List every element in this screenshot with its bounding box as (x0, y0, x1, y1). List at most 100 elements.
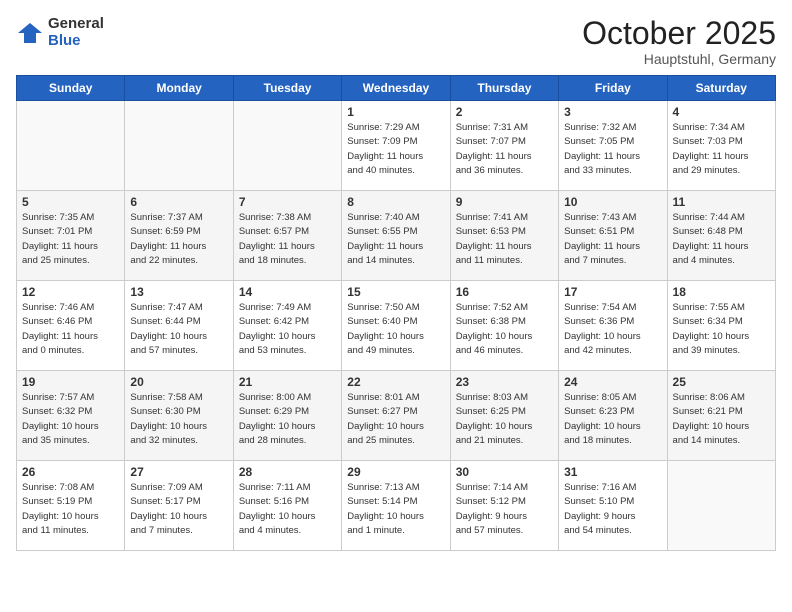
day-cell-2: 2 Sunrise: 7:31 AM Sunset: 7:07 PM Daylig… (450, 101, 558, 191)
day-number: 6 (130, 195, 227, 209)
day-cell-14: 14 Sunrise: 7:49 AM Sunset: 6:42 PM Dayli… (233, 281, 341, 371)
day-info: Sunrise: 7:34 AM Sunset: 7:03 PM Dayligh… (673, 121, 770, 178)
day-info: Sunrise: 7:58 AM Sunset: 6:30 PM Dayligh… (130, 391, 227, 448)
day-cell-31: 31Sunrise: 7:16 AM Sunset: 5:10 PM Dayli… (559, 461, 667, 551)
day-info: Sunrise: 7:38 AM Sunset: 6:57 PM Dayligh… (239, 211, 336, 268)
day-number: 3 (564, 105, 661, 119)
day-info: Sunrise: 7:46 AM Sunset: 6:46 PM Dayligh… (22, 301, 119, 358)
weekday-header-wednesday: Wednesday (342, 76, 450, 101)
day-info: Sunrise: 7:13 AM Sunset: 5:14 PM Dayligh… (347, 481, 444, 538)
weekday-header-thursday: Thursday (450, 76, 558, 101)
day-number: 11 (673, 195, 770, 209)
day-info: Sunrise: 7:31 AM Sunset: 7:07 PM Dayligh… (456, 121, 553, 178)
day-number: 12 (22, 285, 119, 299)
day-cell-5: 5 Sunrise: 7:35 AM Sunset: 7:01 PM Daylig… (17, 191, 125, 281)
day-cell-9: 9 Sunrise: 7:41 AM Sunset: 6:53 PM Daylig… (450, 191, 558, 281)
day-info: Sunrise: 7:41 AM Sunset: 6:53 PM Dayligh… (456, 211, 553, 268)
day-number: 1 (347, 105, 444, 119)
location: Hauptstuhl, Germany (582, 51, 776, 67)
day-number: 23 (456, 375, 553, 389)
weekday-header-saturday: Saturday (667, 76, 775, 101)
logo-general: General (48, 16, 104, 33)
day-cell-8: 8 Sunrise: 7:40 AM Sunset: 6:55 PM Daylig… (342, 191, 450, 281)
weekday-header-friday: Friday (559, 76, 667, 101)
weekday-header-sunday: Sunday (17, 76, 125, 101)
day-cell-20: 20 Sunrise: 7:58 AM Sunset: 6:30 PM Dayli… (125, 371, 233, 461)
day-info: Sunrise: 7:44 AM Sunset: 6:48 PM Dayligh… (673, 211, 770, 268)
weekday-header-tuesday: Tuesday (233, 76, 341, 101)
day-info: Sunrise: 7:50 AM Sunset: 6:40 PM Dayligh… (347, 301, 444, 358)
day-info: Sunrise: 8:05 AM Sunset: 6:23 PM Dayligh… (564, 391, 661, 448)
day-number: 5 (22, 195, 119, 209)
week-row-2: 5 Sunrise: 7:35 AM Sunset: 7:01 PM Daylig… (17, 191, 776, 281)
day-info: Sunrise: 7:49 AM Sunset: 6:42 PM Dayligh… (239, 301, 336, 358)
day-info: Sunrise: 7:40 AM Sunset: 6:55 PM Dayligh… (347, 211, 444, 268)
day-cell-15: 15 Sunrise: 7:50 AM Sunset: 6:40 PM Dayli… (342, 281, 450, 371)
day-cell-7: 7Sunrise: 7:38 AM Sunset: 6:57 PM Daylig… (233, 191, 341, 281)
day-cell-3: 3 Sunrise: 7:32 AM Sunset: 7:05 PM Daylig… (559, 101, 667, 191)
day-info: Sunrise: 7:29 AM Sunset: 7:09 PM Dayligh… (347, 121, 444, 178)
day-number: 25 (673, 375, 770, 389)
empty-cell (233, 101, 341, 191)
day-number: 16 (456, 285, 553, 299)
day-cell-10: 10 Sunrise: 7:43 AM Sunset: 6:51 PM Dayli… (559, 191, 667, 281)
month-title: October 2025 (582, 16, 776, 51)
day-cell-12: 12 Sunrise: 7:46 AM Sunset: 6:46 PM Dayli… (17, 281, 125, 371)
logo-blue: Blue (48, 33, 104, 50)
day-info: Sunrise: 7:32 AM Sunset: 7:05 PM Dayligh… (564, 121, 661, 178)
day-number: 18 (673, 285, 770, 299)
calendar-table: SundayMondayTuesdayWednesdayThursdayFrid… (16, 75, 776, 551)
day-number: 28 (239, 465, 336, 479)
day-cell-17: 17Sunrise: 7:54 AM Sunset: 6:36 PM Dayli… (559, 281, 667, 371)
day-number: 4 (673, 105, 770, 119)
day-info: Sunrise: 8:01 AM Sunset: 6:27 PM Dayligh… (347, 391, 444, 448)
day-info: Sunrise: 7:16 AM Sunset: 5:10 PM Dayligh… (564, 481, 661, 538)
day-cell-25: 25Sunrise: 8:06 AM Sunset: 6:21 PM Dayli… (667, 371, 775, 461)
day-number: 14 (239, 285, 336, 299)
day-info: Sunrise: 7:52 AM Sunset: 6:38 PM Dayligh… (456, 301, 553, 358)
day-number: 30 (456, 465, 553, 479)
day-cell-11: 11 Sunrise: 7:44 AM Sunset: 6:48 PM Dayli… (667, 191, 775, 281)
day-info: Sunrise: 7:43 AM Sunset: 6:51 PM Dayligh… (564, 211, 661, 268)
day-cell-18: 18 Sunrise: 7:55 AM Sunset: 6:34 PM Dayli… (667, 281, 775, 371)
day-number: 21 (239, 375, 336, 389)
day-cell-28: 28 Sunrise: 7:11 AM Sunset: 5:16 PM Dayli… (233, 461, 341, 551)
logo-text: General Blue (48, 16, 104, 49)
day-info: Sunrise: 7:57 AM Sunset: 6:32 PM Dayligh… (22, 391, 119, 448)
day-info: Sunrise: 7:09 AM Sunset: 5:17 PM Dayligh… (130, 481, 227, 538)
day-number: 29 (347, 465, 444, 479)
day-number: 10 (564, 195, 661, 209)
day-info: Sunrise: 7:47 AM Sunset: 6:44 PM Dayligh… (130, 301, 227, 358)
day-number: 20 (130, 375, 227, 389)
day-cell-22: 22 Sunrise: 8:01 AM Sunset: 6:27 PM Dayli… (342, 371, 450, 461)
day-info: Sunrise: 7:37 AM Sunset: 6:59 PM Dayligh… (130, 211, 227, 268)
day-info: Sunrise: 7:55 AM Sunset: 6:34 PM Dayligh… (673, 301, 770, 358)
day-cell-24: 24Sunrise: 8:05 AM Sunset: 6:23 PM Dayli… (559, 371, 667, 461)
page-header: General Blue October 2025 Hauptstuhl, Ge… (16, 16, 776, 67)
logo: General Blue (16, 16, 104, 49)
day-number: 26 (22, 465, 119, 479)
day-info: Sunrise: 7:14 AM Sunset: 5:12 PM Dayligh… (456, 481, 553, 538)
day-info: Sunrise: 7:35 AM Sunset: 7:01 PM Dayligh… (22, 211, 119, 268)
day-info: Sunrise: 7:08 AM Sunset: 5:19 PM Dayligh… (22, 481, 119, 538)
day-number: 8 (347, 195, 444, 209)
day-cell-29: 29 Sunrise: 7:13 AM Sunset: 5:14 PM Dayli… (342, 461, 450, 551)
day-info: Sunrise: 7:11 AM Sunset: 5:16 PM Dayligh… (239, 481, 336, 538)
day-number: 2 (456, 105, 553, 119)
week-row-3: 12 Sunrise: 7:46 AM Sunset: 6:46 PM Dayli… (17, 281, 776, 371)
day-number: 15 (347, 285, 444, 299)
day-number: 22 (347, 375, 444, 389)
week-row-5: 26 Sunrise: 7:08 AM Sunset: 5:19 PM Dayli… (17, 461, 776, 551)
day-cell-4: 4 Sunrise: 7:34 AM Sunset: 7:03 PM Daylig… (667, 101, 775, 191)
day-cell-6: 6 Sunrise: 7:37 AM Sunset: 6:59 PM Daylig… (125, 191, 233, 281)
day-number: 9 (456, 195, 553, 209)
day-cell-21: 21Sunrise: 8:00 AM Sunset: 6:29 PM Dayli… (233, 371, 341, 461)
day-cell-19: 19Sunrise: 7:57 AM Sunset: 6:32 PM Dayli… (17, 371, 125, 461)
title-block: October 2025 Hauptstuhl, Germany (582, 16, 776, 67)
day-cell-1: 1 Sunrise: 7:29 AM Sunset: 7:09 PM Daylig… (342, 101, 450, 191)
logo-icon (16, 19, 44, 47)
day-number: 27 (130, 465, 227, 479)
empty-cell (125, 101, 233, 191)
day-cell-16: 16 Sunrise: 7:52 AM Sunset: 6:38 PM Dayli… (450, 281, 558, 371)
day-cell-27: 27 Sunrise: 7:09 AM Sunset: 5:17 PM Dayli… (125, 461, 233, 551)
